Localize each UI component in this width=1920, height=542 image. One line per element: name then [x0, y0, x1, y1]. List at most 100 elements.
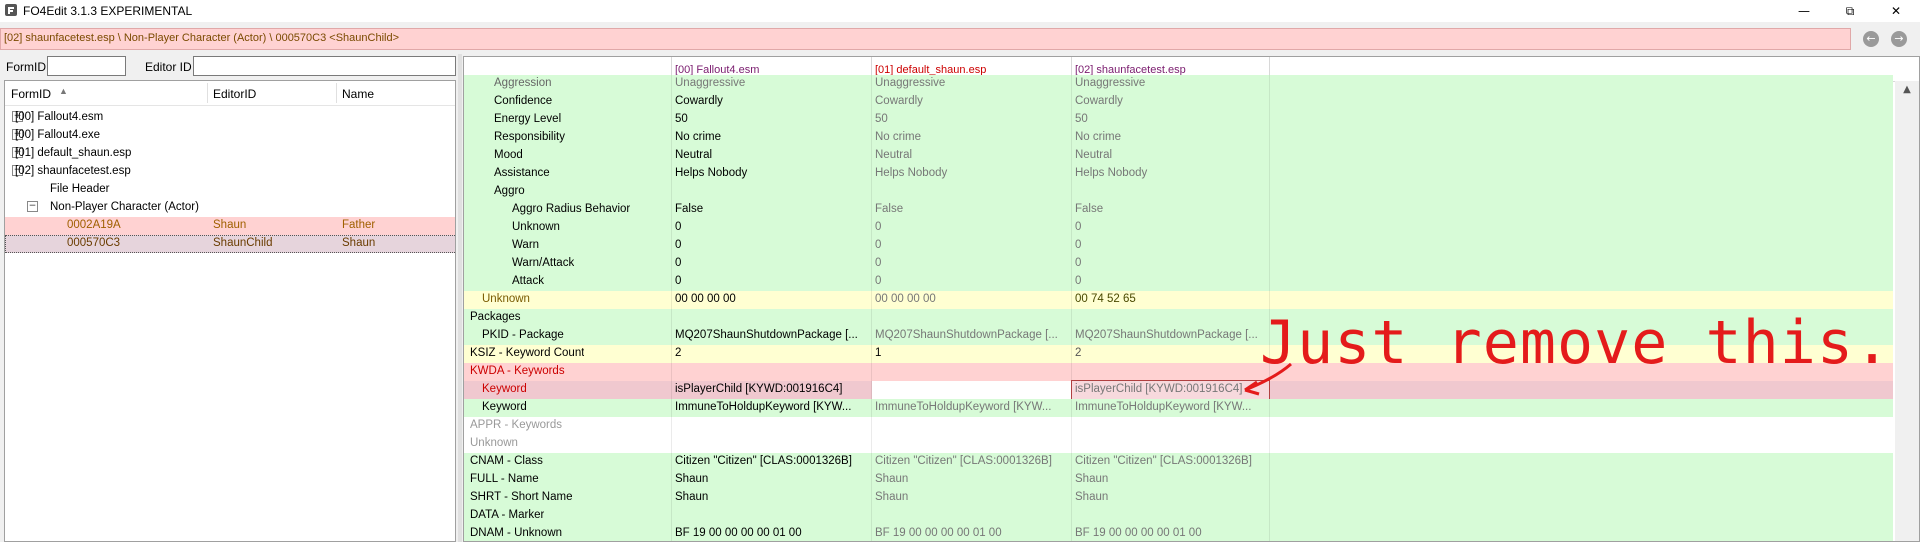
grid-row[interactable]: SHRT - Short Name Shaun Shaun Shaun [464, 489, 1893, 508]
grid-row[interactable]: Unknown [464, 435, 1893, 454]
grid-cell[interactable]: Unaggressive [1075, 77, 1267, 89]
grid-cell[interactable]: BF 19 00 00 00 00 01 00 [675, 527, 867, 539]
grid-cell[interactable]: Citizen "Citizen" [CLAS:0001326B] [675, 455, 867, 467]
tree-row[interactable]: + [01] default_shaun.esp [5, 145, 455, 163]
grid-cell[interactable]: 2 [675, 347, 867, 359]
grid-cell[interactable]: 1 [875, 347, 1067, 359]
grid-row[interactable]: Warn 0 0 0 [464, 237, 1893, 256]
restore-button[interactable]: ⧉ [1827, 0, 1873, 22]
grid-cell[interactable]: Shaun [675, 491, 867, 503]
grid-cell[interactable]: MQ207ShaunShutdownPackage [... [1075, 329, 1267, 341]
grid-cell[interactable]: Citizen "Citizen" [CLAS:0001326B] [1075, 455, 1267, 467]
grid-cell[interactable]: Shaun [1075, 491, 1267, 503]
grid-cell[interactable]: Cowardly [1075, 95, 1267, 107]
grid-cell[interactable]: 00 00 00 00 [875, 293, 1067, 305]
grid-cell[interactable]: Shaun [675, 473, 867, 485]
grid-cell[interactable]: Cowardly [675, 95, 867, 107]
minimize-button[interactable]: — [1781, 0, 1827, 22]
grid-cell[interactable]: 50 [675, 113, 867, 125]
grid-cell[interactable]: 0 [875, 275, 1067, 287]
grid-cell[interactable]: isPlayerChild [KYWD:001916C4] [675, 383, 867, 395]
forward-arrow-icon[interactable]: → [1891, 31, 1907, 47]
tree-column-formid[interactable]: FormID [11, 87, 51, 101]
grid-cell[interactable]: 50 [875, 113, 1067, 125]
grid-cell[interactable]: Shaun [875, 473, 1067, 485]
grid-cell[interactable]: 00 00 00 00 [675, 293, 867, 305]
grid-cell[interactable]: 0 [675, 257, 867, 269]
grid-row[interactable]: Aggro [464, 183, 1893, 202]
grid-cell[interactable]: Shaun [875, 491, 1067, 503]
grid-row[interactable]: Unknown 0 0 0 [464, 219, 1893, 238]
editorid-filter-input[interactable] [193, 56, 456, 76]
grid-row[interactable]: Responsibility No crime No crime No crime [464, 129, 1893, 148]
grid-row[interactable]: DATA - Marker [464, 507, 1893, 526]
grid-row[interactable]: DNAM - Unknown BF 19 00 00 00 00 01 00 BF … [464, 525, 1893, 541]
tree-column-editorid[interactable]: EditorID [213, 87, 256, 101]
grid-row[interactable]: Confidence Cowardly Cowardly Cowardly [464, 93, 1893, 112]
collapse-icon[interactable]: − [27, 201, 38, 212]
grid-cell[interactable]: 00 74 52 65 [1075, 293, 1267, 305]
grid-cell[interactable]: Neutral [1075, 149, 1267, 161]
close-button[interactable]: ✕ [1873, 0, 1919, 22]
grid-cell[interactable]: Helps Nobody [875, 167, 1067, 179]
grid-cell[interactable]: Helps Nobody [1075, 167, 1267, 179]
grid-cell[interactable]: ImmuneToHoldupKeyword [KYW... [1075, 401, 1267, 413]
tree-column-name[interactable]: Name [342, 87, 374, 101]
grid-cell[interactable]: False [1075, 203, 1267, 215]
grid-cell[interactable]: 0 [1075, 257, 1267, 269]
vertical-scrollbar[interactable]: ▲ [1895, 81, 1919, 541]
grid-cell[interactable]: Shaun [1075, 473, 1267, 485]
grid-cell[interactable]: Neutral [675, 149, 867, 161]
grid-cell[interactable]: Helps Nobody [675, 167, 867, 179]
tree-row[interactable]: 0002A19A Shaun Father [5, 217, 455, 235]
grid-row[interactable]: Attack 0 0 0 [464, 273, 1893, 292]
tree-row[interactable]: 000570C3 ShaunChild Shaun [5, 235, 455, 253]
grid-cell[interactable]: 0 [875, 257, 1067, 269]
grid-cell[interactable]: No crime [1075, 131, 1267, 143]
grid-row[interactable]: Keyword isPlayerChild [KYWD:001916C4] isPl… [464, 380, 1893, 400]
grid-row[interactable]: CNAM - Class Citizen "Citizen" [CLAS:0001… [464, 453, 1893, 472]
grid-cell[interactable]: BF 19 00 00 00 00 01 00 [1075, 527, 1267, 539]
back-arrow-icon[interactable]: ← [1863, 31, 1879, 47]
record-view-grid[interactable]: [00] Fallout4.esm [01] default_shaun.esp… [463, 56, 1920, 542]
grid-cell[interactable]: 0 [675, 275, 867, 287]
grid-cell[interactable]: 0 [675, 221, 867, 233]
grid-cell[interactable]: 0 [1075, 239, 1267, 251]
record-tree[interactable]: FormID ▲ EditorID Name + [00] Fallout4.es… [4, 80, 456, 542]
grid-cell[interactable]: No crime [675, 131, 867, 143]
grid-row[interactable]: FULL - Name Shaun Shaun Shaun [464, 471, 1893, 490]
grid-row[interactable]: Mood Neutral Neutral Neutral [464, 147, 1893, 166]
panel-splitter[interactable] [458, 54, 462, 542]
tree-row[interactable]: − Non-Player Character (Actor) [5, 199, 455, 217]
grid-cell[interactable]: 50 [1075, 113, 1267, 125]
grid-cell[interactable]: MQ207ShaunShutdownPackage [... [675, 329, 867, 341]
grid-cell[interactable]: 0 [875, 221, 1067, 233]
grid-row[interactable]: Assistance Helps Nobody Helps Nobody Helps … [464, 165, 1893, 184]
formid-filter-input[interactable] [47, 56, 126, 76]
tree-row[interactable]: File Header [5, 181, 455, 199]
grid-row[interactable]: Aggression Unaggressive Unaggressive Unaggr… [464, 75, 1893, 94]
grid-cell[interactable]: BF 19 00 00 00 00 01 00 [875, 527, 1067, 539]
grid-cell[interactable]: Neutral [875, 149, 1067, 161]
grid-row[interactable]: APPR - Keywords [464, 417, 1893, 436]
grid-cell[interactable]: 0 [675, 239, 867, 251]
grid-cell[interactable]: 0 [1075, 221, 1267, 233]
grid-cell[interactable]: False [675, 203, 867, 215]
grid-cell[interactable]: ImmuneToHoldupKeyword [KYW... [875, 401, 1067, 413]
grid-cell[interactable]: 0 [875, 239, 1067, 251]
grid-cell[interactable]: No crime [875, 131, 1067, 143]
grid-cell[interactable]: Citizen "Citizen" [CLAS:0001326B] [875, 455, 1067, 467]
tree-row[interactable]: − [02] shaunfacetest.esp [5, 163, 455, 181]
grid-cell[interactable]: Cowardly [875, 95, 1067, 107]
tree-row[interactable]: + [00] Fallout4.esm [5, 109, 455, 127]
grid-cell[interactable]: ImmuneToHoldupKeyword [KYW... [675, 401, 867, 413]
grid-row[interactable]: Warn/Attack 0 0 0 [464, 255, 1893, 274]
grid-row[interactable]: Keyword ImmuneToHoldupKeyword [KYW... Immu… [464, 399, 1893, 418]
tree-row[interactable]: + [00] Fallout4.exe [5, 127, 455, 145]
grid-row[interactable]: Aggro Radius Behavior False False False [464, 201, 1893, 220]
scroll-up-icon[interactable]: ▲ [1895, 81, 1919, 99]
grid-cell[interactable]: 0 [1075, 275, 1267, 287]
grid-cell[interactable]: Unaggressive [675, 77, 867, 89]
grid-row[interactable]: Energy Level 50 50 50 [464, 111, 1893, 130]
grid-cell[interactable]: MQ207ShaunShutdownPackage [... [875, 329, 1067, 341]
